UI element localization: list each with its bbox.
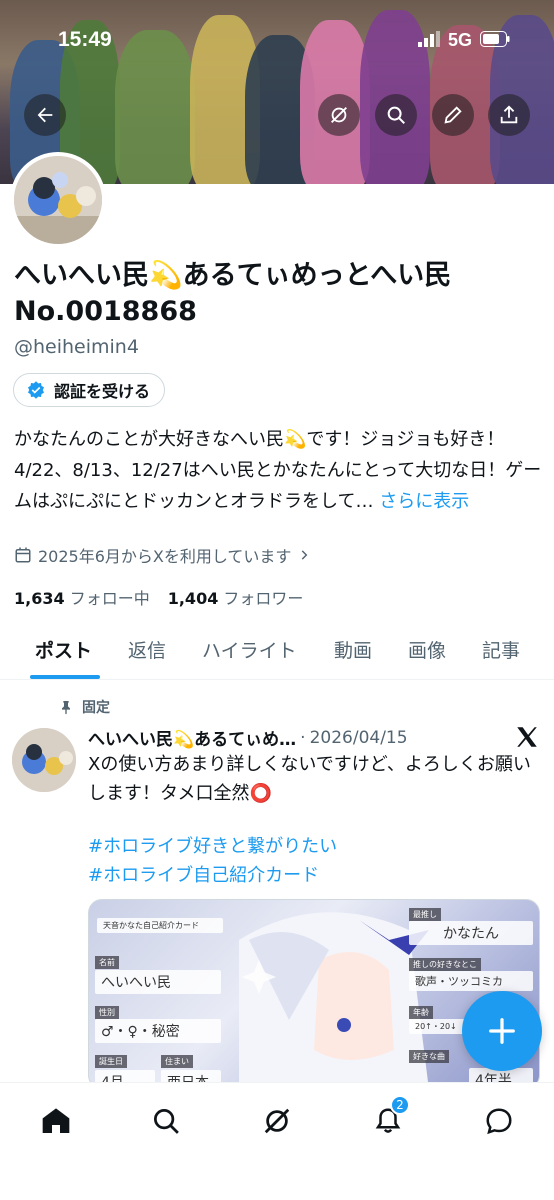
compose-button[interactable] [462, 991, 542, 1071]
network-label: 5G [447, 30, 472, 50]
edit-button[interactable] [432, 94, 474, 136]
card-gender-label: 性別 [95, 1006, 119, 1019]
post-header: へいへい民💫あるてぃめ… · 2026/04/15 [88, 725, 518, 751]
pin-icon [62, 701, 70, 715]
handle: @heiheimin4 [14, 336, 139, 358]
display-name: へいへい民💫あるてぃめっとへい民 No.0018868 [14, 260, 452, 327]
card-oshi-label: 最推し [409, 908, 441, 921]
active-tab-indicator [30, 675, 100, 679]
following-label: フォロー中 [69, 589, 150, 608]
search-icon [387, 106, 405, 124]
tab-posts[interactable]: ポスト [35, 636, 92, 663]
nav-home[interactable] [36, 1101, 76, 1141]
card-age-value: 20↑・20↓ [409, 1019, 469, 1034]
joined-date[interactable]: 2025年6月からXを利用しています [14, 543, 311, 567]
tab-media[interactable]: 画像 [408, 636, 446, 663]
followers-label: フォロワー [223, 589, 304, 608]
post-author-name[interactable]: へいへい民💫あるてぃめ… [88, 725, 296, 750]
tab-highlights[interactable]: ハイライト [202, 636, 297, 663]
status-bar: 15:49 5G [0, 26, 554, 58]
notification-badge: 2 [390, 1095, 410, 1115]
status-indicators: 5G [417, 30, 510, 51]
following-link[interactable]: 1,634 フォロー中 [14, 585, 150, 609]
search-button[interactable] [375, 94, 417, 136]
hashtag-link[interactable]: #ホロライブ好きと繋がりたい [88, 832, 544, 861]
following-count: 1,634 [14, 589, 65, 608]
nav-grok[interactable] [257, 1101, 297, 1141]
post-date[interactable]: 2026/04/15 [310, 728, 408, 748]
pinned-label: 固定 [82, 700, 110, 716]
separator-dot: · [300, 727, 306, 748]
joined-text: 2025年6月からXを利用しています [38, 547, 292, 566]
card-song-label: 好きな曲 [409, 1050, 449, 1063]
verify-button-label: 認証を受ける [54, 382, 151, 401]
back-button[interactable] [24, 94, 66, 136]
share-button[interactable] [488, 94, 530, 136]
card-fav-value: 歌声・ツッコミカ [409, 971, 533, 991]
nav-messages[interactable] [479, 1101, 519, 1141]
post-author-avatar[interactable] [12, 728, 76, 792]
share-icon [500, 105, 518, 124]
bottom-nav: 2 [0, 1082, 554, 1200]
card-fav-label: 推しの好きなとこ [409, 958, 481, 971]
tab-replies[interactable]: 返信 [128, 636, 166, 663]
chat-bubble-icon [486, 1108, 512, 1135]
status-time: 15:49 [58, 28, 112, 51]
card-name-label: 名前 [95, 956, 119, 969]
card-age-label: 年齢 [409, 1006, 433, 1019]
nav-notifications[interactable]: 2 [368, 1095, 410, 1141]
search-icon [154, 1109, 179, 1134]
grok-button[interactable] [318, 94, 360, 136]
profile-tabs: ポスト 返信 ハイライト 動画 画像 記事 [0, 622, 554, 680]
show-more-link[interactable]: さらに表示 [373, 491, 469, 512]
battery-icon [480, 30, 510, 51]
card-oshi-value: かなたん [409, 921, 533, 945]
card-birthday-label: 誕生日 [95, 1055, 127, 1068]
calendar-icon [15, 547, 31, 563]
pencil-icon [444, 106, 462, 124]
tab-articles[interactable]: 記事 [482, 636, 520, 663]
arrow-left-icon [37, 107, 53, 123]
hashtag-link[interactable]: #ホロライブ自己紹介カード [88, 861, 544, 890]
card-name-value: へいへい民 [95, 970, 221, 994]
post-text: Xの使い方あまり詳しくないですけど、よろしくお願いします！タメ口全然⭕ [88, 754, 531, 804]
verified-badge-icon [28, 381, 44, 399]
card-home-label: 住まい [161, 1055, 193, 1068]
home-icon [42, 1108, 70, 1133]
signal-icon [417, 30, 440, 51]
nav-search[interactable] [146, 1101, 186, 1141]
grok-icon [264, 1108, 290, 1134]
plus-icon [489, 1018, 515, 1044]
bio: かなたんのことが大好きなへい民💫です！ジョジョも好き！4/22、8/13、12/… [14, 424, 542, 517]
card-title: 天音かなた自己紹介カード [97, 918, 223, 933]
followers-link[interactable]: 1,404 フォロワー [168, 585, 304, 609]
pinned-indicator: 固定 [58, 697, 110, 717]
chevron-right-icon [302, 550, 308, 560]
tab-videos[interactable]: 動画 [334, 636, 372, 663]
verify-button[interactable]: 認証を受ける [13, 373, 166, 407]
followers-count: 1,404 [167, 589, 219, 608]
profile-avatar[interactable] [10, 152, 106, 248]
post-hashtags: #ホロライブ好きと繋がりたい #ホロライブ自己紹介カード [88, 832, 544, 890]
grok-icon [331, 107, 347, 123]
follow-stats: 1,634 フォロー中 1,404 フォロワー [14, 585, 303, 609]
card-gender-value: ♂・♀・秘密 [95, 1019, 221, 1043]
post-image[interactable]: 天音かなた自己紹介カード 名前 へいへい民 性別 ♂・♀・秘密 誕生日 4月 住… [88, 899, 540, 1089]
